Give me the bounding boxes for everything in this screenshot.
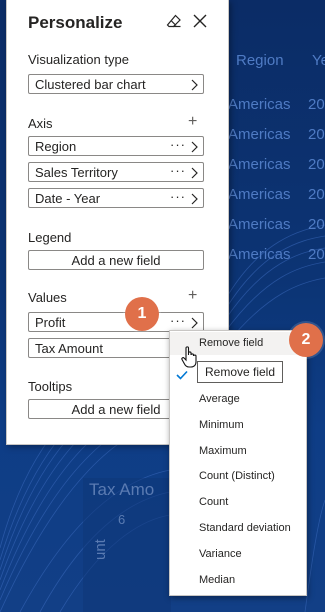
- table-cell: 20: [308, 156, 325, 173]
- add-values-plus-icon[interactable]: +: [188, 288, 197, 304]
- axis-field-label: Date - Year: [35, 191, 101, 206]
- table-cell: 20: [308, 186, 325, 203]
- legend-add-field-label: Add a new field: [71, 253, 161, 268]
- chevron-right-icon[interactable]: [191, 192, 198, 210]
- axis-field-label: Sales Territory: [35, 165, 118, 180]
- more-options-icon[interactable]: ···: [170, 189, 186, 204]
- menu-item-minimum[interactable]: Minimum: [199, 419, 244, 431]
- menu-item-remove-field[interactable]: Remove field: [199, 337, 263, 349]
- more-options-icon[interactable]: ···: [170, 137, 186, 152]
- background-card-value: 6: [118, 512, 126, 527]
- more-options-icon[interactable]: ···: [170, 313, 186, 328]
- close-icon[interactable]: [191, 12, 209, 30]
- background-card-side-label: unt: [92, 539, 109, 560]
- values-label: Values: [28, 290, 67, 305]
- visualization-type-selector[interactable]: Clustered bar chart: [28, 74, 204, 94]
- legend-label: Legend: [28, 230, 72, 245]
- axis-field-region[interactable]: Region ···: [28, 136, 204, 156]
- table-cell: Americas: [228, 186, 291, 203]
- step-badge-1: 1: [125, 297, 159, 331]
- table-cell: 20: [308, 96, 325, 113]
- table-cell: 20: [308, 126, 325, 143]
- menu-item-average[interactable]: Average: [199, 393, 240, 405]
- background-card-title: Tax Amo: [89, 480, 155, 499]
- menu-item-median[interactable]: Median: [199, 574, 235, 586]
- visualization-type-value: Clustered bar chart: [35, 77, 146, 92]
- pane-title: Personalize: [28, 13, 123, 32]
- axis-label: Axis: [28, 116, 53, 131]
- values-field-profit[interactable]: Profit ···: [28, 312, 204, 332]
- menu-item-variance[interactable]: Variance: [199, 548, 242, 560]
- chevron-right-icon[interactable]: [191, 140, 198, 158]
- chevron-right-icon: [191, 78, 198, 96]
- table-cell: Americas: [228, 216, 291, 233]
- hand-cursor-icon: [180, 345, 200, 374]
- menu-item-standard-deviation[interactable]: Standard deviation: [199, 522, 291, 534]
- legend-add-field-button[interactable]: Add a new field: [28, 250, 204, 270]
- table-cell: 20: [308, 246, 325, 263]
- column-header-year: Ye: [312, 52, 325, 69]
- more-options-icon[interactable]: ···: [170, 163, 186, 178]
- step-badge-2: 2: [289, 323, 323, 357]
- table-cell: Americas: [228, 126, 291, 143]
- table-cell: Americas: [228, 246, 291, 263]
- table-cell: Americas: [228, 156, 291, 173]
- table-cell: 20: [308, 216, 325, 233]
- chevron-right-icon[interactable]: [191, 166, 198, 184]
- visualization-type-label: Visualization type: [28, 52, 129, 67]
- eraser-icon[interactable]: [165, 12, 183, 30]
- axis-field-date-year[interactable]: Date - Year ···: [28, 188, 204, 208]
- tooltips-label: Tooltips: [28, 379, 73, 394]
- values-field-label: Profit: [35, 315, 66, 330]
- menu-item-count-distinct[interactable]: Count (Distinct): [199, 470, 275, 482]
- table-cell: Americas: [228, 96, 291, 113]
- axis-field-sales-territory[interactable]: Sales Territory ···: [28, 162, 204, 182]
- values-field-label: Tax Amount: [35, 341, 103, 356]
- remove-field-tooltip: Remove field: [197, 361, 283, 383]
- column-header-region: Region: [236, 52, 284, 69]
- menu-item-maximum[interactable]: Maximum: [199, 445, 247, 457]
- axis-field-label: Region: [35, 139, 77, 154]
- add-axis-plus-icon[interactable]: +: [188, 114, 197, 130]
- menu-item-count[interactable]: Count: [199, 496, 228, 508]
